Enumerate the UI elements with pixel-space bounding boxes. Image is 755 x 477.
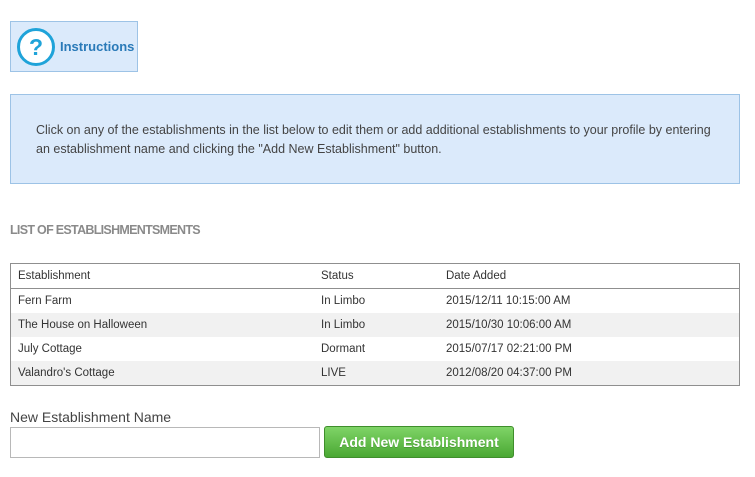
section-title: LIST OF ESTABLISHMENTSMENTS <box>10 223 201 237</box>
status-cell: LIVE <box>314 361 439 386</box>
info-text: Click on any of the establishments in th… <box>36 123 711 156</box>
status-cell: In Limbo <box>321 295 366 307</box>
table-row[interactable]: Valandro's Cottage LIVE 2012/08/20 04:37… <box>10 361 740 386</box>
establishment-name-cell[interactable]: Fern Farm <box>11 289 315 314</box>
date-added-cell: 2015/12/11 10:15:00 AM <box>446 295 571 307</box>
page: ? Instructions Click on any of the estab… <box>0 0 755 477</box>
column-header-establishment: Establishment <box>10 263 314 289</box>
column-header-status: Status <box>314 263 439 289</box>
help-question-icon: ? <box>17 27 55 66</box>
establishment-name-cell[interactable]: Valandro's Cottage <box>10 361 314 386</box>
date-added-cell: 2015/07/17 02:21:00 PM <box>446 343 572 355</box>
new-establishment-name-label: New Establishment Name <box>10 409 172 425</box>
status-cell: In Limbo <box>314 313 439 337</box>
table-row[interactable]: The House on Halloween In Limbo 2015/10/… <box>10 313 740 337</box>
status-cell: Dormant <box>321 343 366 355</box>
add-new-establishment-button[interactable]: Add New Establishment <box>324 426 514 458</box>
date-added-cell: 2012/08/20 04:37:00 PM <box>439 361 740 386</box>
new-establishment-name-input[interactable] <box>10 427 320 458</box>
establishments-table: Establishment Status Date Added Fern Far… <box>10 263 740 386</box>
column-header-date-added: Date Added <box>439 263 740 289</box>
establishment-name-cell[interactable]: The House on Halloween <box>10 313 314 337</box>
info-panel: Click on any of the establishments in th… <box>10 94 740 184</box>
date-added-cell: 2015/10/30 10:06:00 AM <box>439 313 740 337</box>
instructions-button[interactable]: ? Instructions <box>10 21 138 72</box>
table-row[interactable]: Fern Farm In Limbo 2015/12/11 10:15:00 A… <box>11 289 740 314</box>
table-header-row: Establishment Status Date Added <box>10 263 740 289</box>
svg-text:?: ? <box>29 34 43 60</box>
establishment-name-cell[interactable]: July Cottage <box>11 337 315 361</box>
instructions-label: Instructions <box>60 39 135 54</box>
table-row[interactable]: July Cottage Dormant 2015/07/17 02:21:00… <box>11 337 740 361</box>
